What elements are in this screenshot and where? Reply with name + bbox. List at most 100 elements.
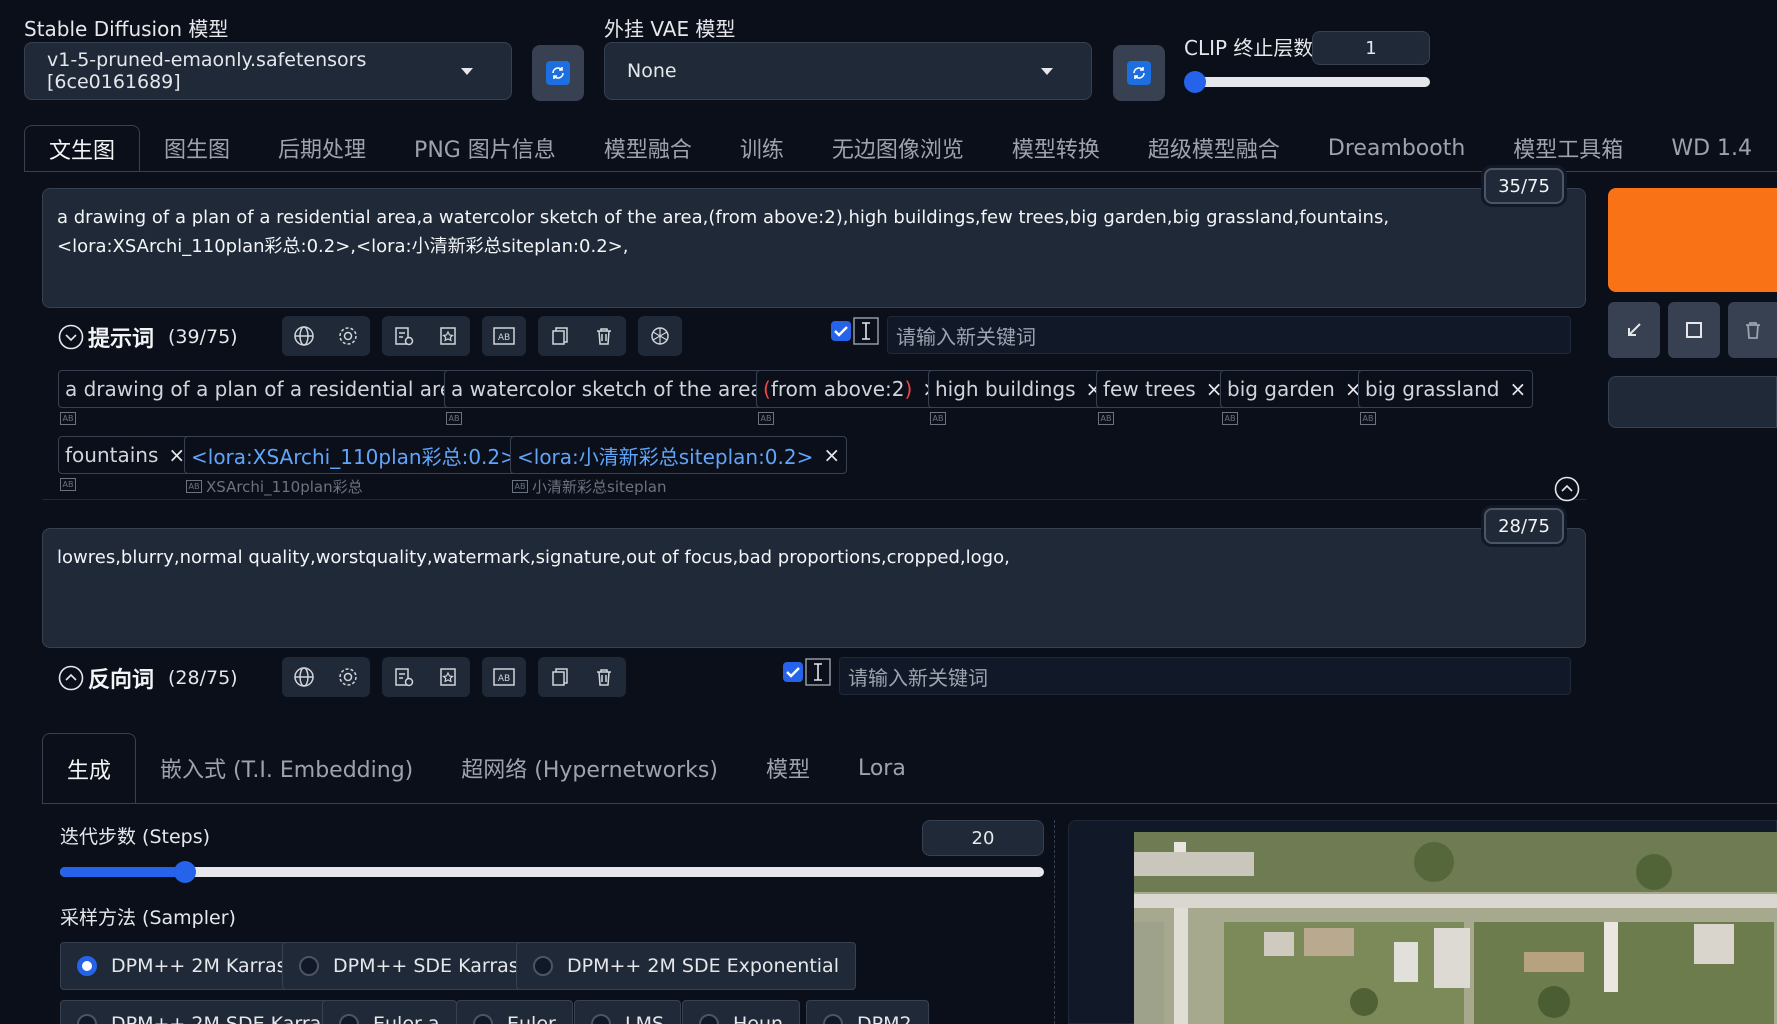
tab-main-7[interactable]: 模型转换 [988,125,1124,171]
tab-main-2[interactable]: 后期处理 [254,125,390,171]
sampler-option[interactable]: LMS [574,1000,682,1024]
translate-globe-icon[interactable] [282,316,326,356]
clip-number-input[interactable]: 1 [1312,31,1430,65]
tag-translate-icon[interactable]: AB [60,478,76,491]
tag-translate-icon[interactable]: AB [60,412,76,425]
prompt-keyword-input[interactable]: 请输入新关键词 [887,316,1571,354]
radio-icon [77,956,97,976]
ab-translate-icon[interactable]: AB [482,657,526,697]
remove-tag-icon[interactable]: × [1510,377,1527,401]
tab-gen-2[interactable]: 超网络 (Hypernetworks) [437,733,742,803]
tab-main-5[interactable]: 训练 [716,125,808,171]
lora-tag[interactable]: <lora:小清新彩总siteplan:0.2> × [510,436,848,474]
tag-translate-icon[interactable]: AB [1098,412,1114,425]
prompt-tag[interactable]: fountains × [58,436,193,474]
radio-icon [591,1014,611,1024]
tab-main-6[interactable]: 无边图像浏览 [808,125,988,171]
refresh-vae-button[interactable] [1113,45,1165,101]
prompt-toolbar: AB [282,316,682,356]
tag-translate-icon[interactable]: AB [758,412,774,425]
tab-gen-3[interactable]: 模型 [742,733,834,803]
sampler-option-label: DPM2 [857,1013,912,1024]
collapse-icon[interactable] [58,324,84,350]
bookmark-icon[interactable] [426,657,470,697]
clear-button[interactable] [1728,302,1777,358]
tab-gen-1[interactable]: 嵌入式 (T.I. Embedding) [136,733,437,803]
prompt-tag[interactable]: a watercolor sketch of the area× [444,370,797,408]
tab-main-4[interactable]: 模型融合 [580,125,716,171]
tab-main-0[interactable]: 文生图 [24,125,141,171]
steps-number-input[interactable]: 20 [922,820,1044,856]
tag-translate-icon[interactable]: AB [1222,412,1238,425]
lora-sub-text: XSArchi_110plan彩总 [206,478,363,496]
prompt-keyword-row [830,316,880,346]
lora-sub-text: 小清新彩总siteplan [532,478,667,496]
copy-icon[interactable] [538,657,582,697]
checkbox-checked-icon[interactable] [782,661,804,683]
tab-main-1[interactable]: 图生图 [140,125,254,171]
delete-trash-icon[interactable] [582,657,626,697]
tab-main-11[interactable]: WD 1.4 [1647,125,1776,171]
sampler-option[interactable]: Euler [456,1000,573,1024]
negative-header[interactable]: 反向词 (28/75) [58,662,238,694]
copy-icon[interactable] [538,316,582,356]
steps-slider-thumb[interactable] [174,861,196,883]
prompt-tag[interactable]: a drawing of a plan of a residential are… [58,370,499,408]
negative-token-counter: 28/75 [1484,508,1564,544]
prompt-tag[interactable]: (from above:2)× [756,370,947,408]
sampler-option[interactable]: DPM++ 2M SDE Exponential [516,942,856,990]
remove-tag-icon[interactable]: × [823,443,840,467]
checkbox-checked-icon[interactable] [830,320,852,342]
tab-main-10[interactable]: 模型工具箱 [1489,125,1647,171]
tag-translate-icon[interactable]: AB [930,412,946,425]
tag-translate-icon[interactable]: AB [512,480,528,493]
tab-main-3[interactable]: PNG 图片信息 [390,125,580,171]
tag-translate-icon[interactable]: AB [1360,412,1376,425]
sampler-option[interactable]: DPM++ SDE Karras [282,942,536,990]
delete-trash-icon[interactable] [582,316,626,356]
sampler-option[interactable]: DPM2 [806,1000,929,1024]
tag-translate-icon[interactable]: AB [446,412,462,425]
expand-icon[interactable] [58,665,84,691]
negative-prompt-textarea[interactable]: lowres,blurry,normal quality,worstqualit… [42,528,1586,648]
sampler-option[interactable]: DPM++ 2M Karras [60,942,304,990]
prompt-header[interactable]: 提示词 (39/75) [58,321,238,353]
history-list-icon[interactable] [382,316,426,356]
tab-gen-0[interactable]: 生成 [42,733,137,803]
remove-tag-icon[interactable]: × [168,443,185,467]
sampler-option[interactable]: DPM++ 2M SDE Karras [60,1000,349,1024]
paste-button[interactable] [1668,302,1720,358]
prompt-tag[interactable]: few trees × [1096,370,1230,408]
tag-translate-icon[interactable]: AB [186,480,202,493]
history-list-icon[interactable] [382,657,426,697]
tab-gen-4[interactable]: Lora [834,733,930,803]
clip-slider[interactable] [1184,71,1430,93]
translate-globe-icon[interactable] [282,657,326,697]
settings-gear-icon[interactable] [326,316,370,356]
sampler-option[interactable]: Heun [682,1000,801,1024]
prompt-tag[interactable]: big garden × [1220,370,1369,408]
lora-tag[interactable]: <lora:XSArchi_110plan彩总:0.2>× [184,436,551,474]
openai-icon[interactable] [638,316,682,356]
bookmark-icon[interactable] [426,316,470,356]
prompt-tag[interactable]: high buildings × [928,370,1110,408]
prompt-textarea[interactable]: a drawing of a plan of a residential are… [42,188,1586,308]
clip-slider-thumb[interactable] [1184,71,1206,93]
steps-slider[interactable] [60,861,1044,883]
refresh-sd-model-button[interactable] [532,45,584,101]
tag-text: <lora:小清新彩总siteplan:0.2> [517,444,814,469]
tab-main-8[interactable]: 超级模型融合 [1124,125,1304,171]
read-params-button[interactable] [1608,302,1660,358]
settings-gear-icon[interactable] [326,657,370,697]
sd-model-dropdown[interactable]: v1-5-pruned-emaonly.safetensors [6ce0161… [24,42,512,100]
generated-image[interactable] [1134,832,1777,1024]
collapse-up-icon[interactable] [1554,476,1580,502]
sampler-option[interactable]: Euler a [322,1000,457,1024]
styles-dropdown[interactable] [1608,376,1777,428]
vae-dropdown[interactable]: None [604,42,1092,100]
prompt-tag[interactable]: big grassland × [1358,370,1534,408]
generate-button[interactable] [1608,188,1777,292]
ab-translate-icon[interactable]: AB [482,316,526,356]
tab-main-9[interactable]: Dreambooth [1304,125,1489,171]
negative-keyword-input[interactable]: 请输入新关键词 [839,657,1571,695]
